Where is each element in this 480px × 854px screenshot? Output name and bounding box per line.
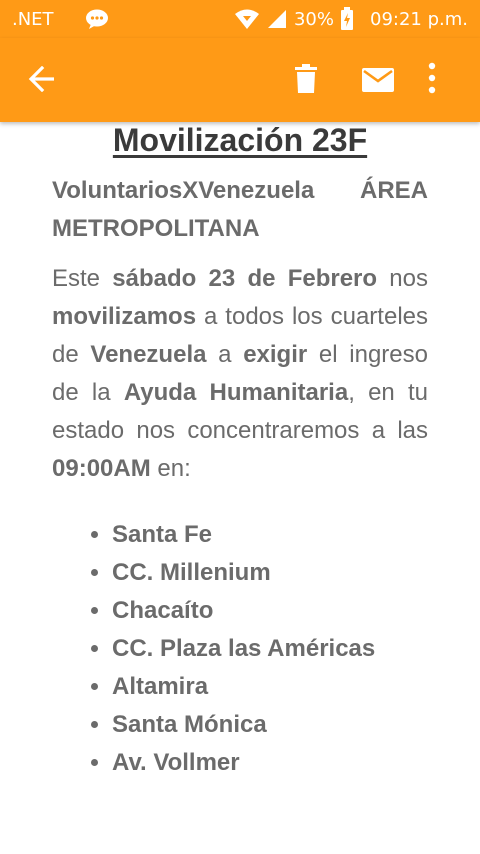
battery-percent: 30%	[293, 8, 334, 30]
trash-icon[interactable]	[294, 64, 318, 99]
body-bold: exigir	[243, 341, 308, 368]
clock: 09:21 p.m.	[370, 8, 468, 30]
list-item: CC. Millenium	[112, 554, 428, 592]
body-text: nos	[377, 265, 428, 292]
list-item: Chacaíto	[112, 592, 428, 630]
body-text: Este	[52, 265, 113, 292]
email-title: Movilización 23F	[112, 122, 368, 158]
list-item: Altamira	[112, 668, 428, 706]
more-vert-icon[interactable]	[428, 62, 436, 99]
body-bold: Ayuda Humanitaria	[123, 379, 349, 406]
email-body: Este sábado 23 de Febrero nos movilizamo…	[52, 260, 428, 488]
status-bar: .NET 30% 09:21 p.m.	[0, 0, 480, 38]
list-item: CC. Plaza las Américas	[112, 630, 428, 668]
battery-charging-icon	[340, 7, 354, 31]
body-text: en:	[150, 455, 191, 482]
email-content: Movilización 23F VoluntariosXVenezuela Á…	[52, 118, 428, 782]
body-bold: movilizamos	[52, 303, 197, 330]
list-item: Santa Mónica	[112, 706, 428, 744]
network-label: .NET	[12, 8, 54, 30]
chat-notification-icon	[84, 8, 110, 30]
list-item: Av. Vollmer	[112, 744, 428, 782]
body-bold: sábado 23 de Febrero	[112, 265, 378, 292]
location-list: Santa Fe CC. Millenium Chacaíto CC. Plaz…	[52, 516, 428, 782]
signal-icon	[266, 8, 288, 30]
back-arrow-icon[interactable]	[28, 65, 56, 97]
body-bold: 09:00AM	[52, 455, 151, 482]
body-bold: Venezuela	[90, 341, 207, 368]
email-org: VoluntariosXVenezuela ÁREA METROPOLITANA	[52, 177, 428, 242]
wifi-icon	[234, 8, 260, 30]
app-bar	[0, 38, 480, 122]
list-item: Santa Fe	[112, 516, 428, 554]
mail-icon[interactable]	[362, 68, 394, 97]
body-text: a	[206, 341, 244, 368]
